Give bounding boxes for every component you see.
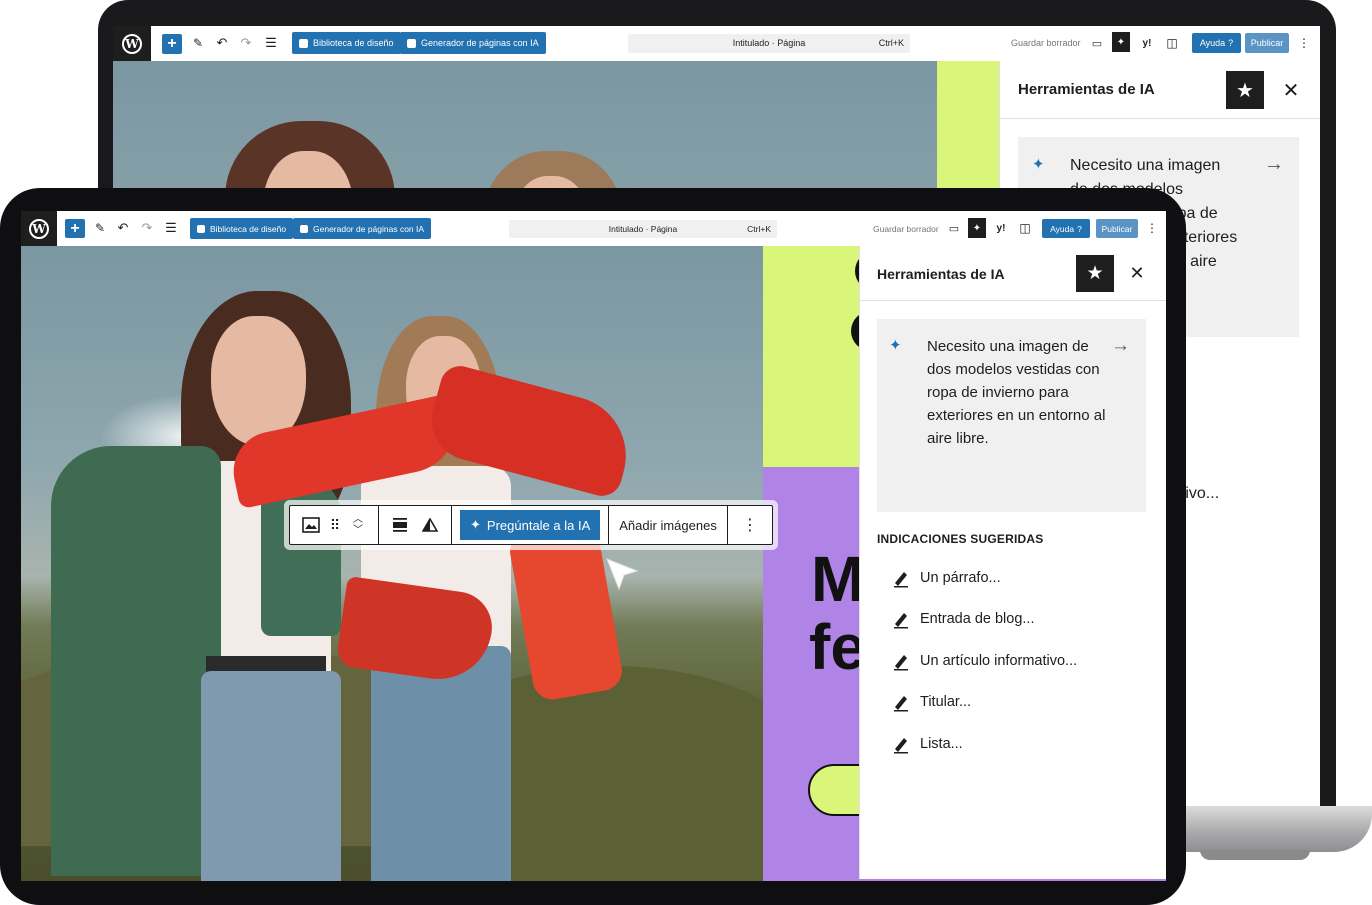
help-circle-icon: ? [1077,223,1082,234]
model-left-jacket [51,446,221,876]
ai-group: ✦ Pregúntale a la IA [452,506,610,544]
help-button[interactable]: Ayuda? [1192,33,1241,53]
suggestion-informative-article[interactable]: Un artículo informativo... [892,651,1077,671]
help-circle-icon: ? [1228,38,1234,48]
list-view-icon[interactable]: ☰ [162,219,180,237]
move-up-down-icon[interactable]: ︿ ﹀ [346,507,370,543]
publish-button[interactable]: Publicar [1096,219,1138,238]
pencil-icon [894,696,908,712]
close-icon[interactable]: ✕ [1280,77,1302,103]
laptop-foot [1200,850,1310,860]
save-draft-button[interactable]: Guardar borrador [1011,38,1081,48]
send-arrow-icon[interactable]: → [1111,335,1130,357]
preview-device-icon[interactable]: ▭ [946,219,962,237]
close-icon[interactable]: ✕ [1126,261,1148,285]
duotone-filter-icon[interactable] [415,507,445,543]
redo-icon[interactable]: ↷ [138,219,156,237]
ai-sparkle-icon[interactable]: ✦ [1112,32,1130,52]
tablet-screen: W + ✎ ↶ ↷ ☰ Biblioteca de diseño Generad… [21,211,1166,881]
model-left-jeans [201,671,341,881]
list-view-icon[interactable]: ☰ [262,34,280,52]
star-icon[interactable]: ★ [1076,255,1114,292]
pencil-icon[interactable]: ✎ [189,34,207,52]
prompt-box[interactable]: ✦ Necesito una imagen de dos modelos ves… [877,319,1146,512]
generator-icon [407,38,416,48]
yoast-icon[interactable]: y! [992,219,1010,237]
yoast-icon[interactable]: y! [1138,34,1156,52]
sidebar-toggle-icon[interactable]: ◫ [1017,219,1033,237]
block-type-group: ⠿ ︿ ﹀ [290,506,379,544]
mouse-cursor-icon [606,558,639,591]
pencil-icon [894,655,908,671]
panel-bottom-accent [859,879,1166,881]
page-generator-button[interactable]: Generador de páginas con IA [400,32,546,54]
send-arrow-icon[interactable]: → [1264,153,1284,176]
wordpress-logo[interactable]: W [113,26,151,61]
alignment-group [379,506,452,544]
sparkle-icon: ✦ [889,337,902,354]
heading-fragment-1[interactable]: M [811,547,864,611]
library-icon [197,224,205,233]
undo-icon[interactable]: ↶ [213,34,231,52]
star-icon[interactable]: ★ [1226,71,1264,109]
wordpress-logo[interactable]: W [21,211,57,246]
publish-button[interactable]: Publicar [1245,33,1289,53]
panel-divider [860,300,1166,301]
suggestion-list[interactable]: Lista... [892,734,963,754]
add-images-button[interactable]: Añadir imágenes [609,506,728,544]
pencil-icon [894,613,908,629]
redo-icon[interactable]: ↷ [237,34,255,52]
generator-icon [300,224,308,233]
more-options-icon[interactable]: ⋮ [1145,219,1159,237]
block-toolbar: ⠿ ︿ ﹀ ✦ Pregúntale a la IA Añadir imágene… [289,505,773,545]
more-options-icon[interactable]: ⋮ [1297,34,1311,52]
sparkle-icon: ✦ [470,517,481,532]
pencil-icon [894,572,908,588]
ai-sparkle-icon[interactable]: ✦ [968,218,986,238]
image-block-icon[interactable] [298,507,324,543]
design-library-button[interactable]: Biblioteca de diseño [190,218,294,239]
panel-divider [1000,118,1320,119]
page-generator-button[interactable]: Generador de páginas con IA [293,218,432,239]
lime-block [763,246,859,467]
add-block-button[interactable]: + [162,34,182,54]
command-palette-bar[interactable]: Intitulado · Página Ctrl+K [509,220,777,238]
editor-toolbar: W + ✎ ↶ ↷ ☰ Biblioteca de diseño Generad… [21,211,1166,247]
preview-device-icon[interactable]: ▭ [1089,34,1105,52]
command-palette-bar[interactable]: Intitulado · Página Ctrl+K [628,34,910,53]
suggestions-title: INDICACIONES SUGERIDAS [877,532,1044,546]
prompt-text: Necesito una imagen de dos modelos vesti… [927,338,1106,447]
wordpress-icon: W [122,33,142,54]
sparkle-icon: ✦ [1032,156,1045,173]
add-block-button[interactable]: + [65,219,85,238]
align-icon[interactable] [385,507,415,543]
pencil-icon [894,738,908,754]
ask-ai-button[interactable]: ✦ Pregúntale a la IA [460,510,601,540]
library-icon [299,38,308,48]
design-library-button[interactable]: Biblioteca de diseño [292,32,401,54]
save-draft-button[interactable]: Guardar borrador [873,224,939,234]
laptop-editor-toolbar: W + ✎ ↶ ↷ ☰ Biblioteca de diseño Generad… [113,26,1320,62]
undo-icon[interactable]: ↶ [114,219,132,237]
sidebar-toggle-icon[interactable]: ◫ [1164,34,1180,52]
suggestion-headline[interactable]: Titular... [892,692,971,712]
suggestion-paragraph[interactable]: Un párrafo... [892,568,1001,588]
pencil-icon[interactable]: ✎ [91,219,109,237]
suggestion-blog-post[interactable]: Entrada de blog... [892,609,1034,629]
heading-fragment-2[interactable]: fe [809,615,866,679]
more-options-icon[interactable]: ⋮ [728,506,772,544]
ai-tools-panel: Herramientas de IA ★ ✕ ✦ Necesito una im… [859,246,1166,881]
model-right-jeans [371,646,511,881]
purple-block: M fe [763,467,888,881]
drag-handle-icon[interactable]: ⠿ [324,507,346,543]
wordpress-icon: W [29,218,49,239]
hero-image[interactable] [21,246,763,881]
help-button[interactable]: Ayuda? [1042,219,1090,238]
